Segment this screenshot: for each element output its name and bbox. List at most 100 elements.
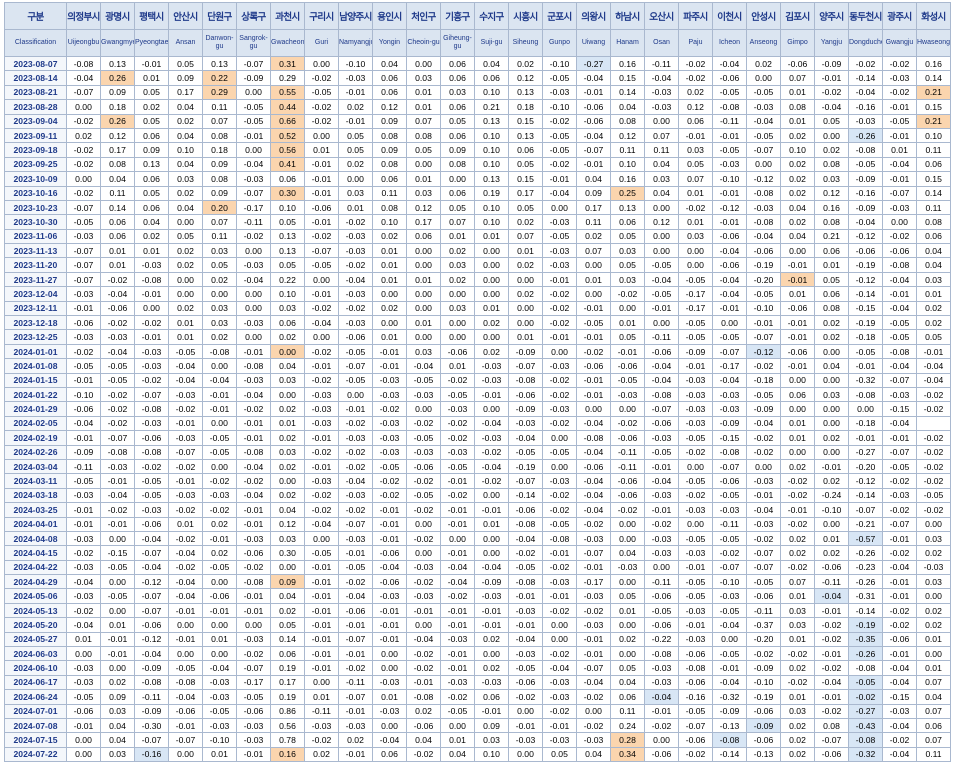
value-cell: -0.04 [236, 156, 271, 173]
value-cell: -0.01 [372, 602, 407, 619]
classification-header-en: Classification [4, 29, 67, 57]
value-cell: -0.03 [372, 386, 407, 403]
value-cell: 0.06 [372, 70, 407, 86]
value-cell: -0.04 [168, 689, 203, 705]
value-cell: -0.07 [576, 660, 611, 676]
city-header-en: Dongducheon [848, 29, 883, 57]
value-cell: -0.19 [508, 458, 543, 475]
value-cell: -0.04 [338, 271, 373, 288]
value-cell: -0.03 [202, 689, 237, 705]
value-cell: -0.10 [712, 171, 747, 187]
value-cell: -0.04 [644, 689, 679, 705]
value-cell: -0.15 [882, 401, 917, 417]
value-cell: -0.07 [644, 401, 679, 417]
value-cell: -0.03 [542, 473, 577, 489]
value-cell: 0.00 [644, 113, 679, 129]
value-cell: -0.08 [134, 271, 169, 288]
value-cell: 0.04 [100, 717, 135, 734]
value-cell: -0.07 [66, 84, 101, 101]
value-cell: -0.02 [882, 228, 917, 245]
city-header-kr: 시흥시 [508, 2, 543, 30]
value-cell: -0.04 [712, 286, 747, 302]
value-cell: 0.05 [202, 257, 237, 273]
value-cell: 0.02 [168, 243, 203, 259]
value-cell: -0.02 [542, 300, 577, 317]
value-cell: -0.01 [882, 430, 917, 446]
value-cell: 0.08 [814, 717, 849, 734]
value-cell: -0.02 [100, 271, 135, 288]
value-cell: 0.02 [168, 185, 203, 201]
table-row: 2024-04-22 -0.03 -0.05 -0.04 -0.02 -0.05 -0.02… [4, 559, 951, 576]
date-cell: 2023-11-27 [4, 271, 67, 288]
value-cell: -0.06 [236, 703, 271, 719]
value-cell: -0.06 [372, 545, 407, 561]
value-cell: 0.14 [100, 199, 135, 216]
value-cell: -0.07 [100, 430, 135, 446]
value-cell: -0.04 [712, 617, 747, 633]
value-cell: 0.17 [168, 84, 203, 101]
table-row: 2024-06-03 0.00 -0.01 -0.04 0.00 0.00 -0.02 0.0… [4, 646, 951, 662]
table-row: 2023-11-06 -0.03 0.06 0.02 0.05 0.11 -0.02 0.13… [4, 228, 951, 245]
value-cell: -0.01 [644, 300, 679, 317]
value-cell: -0.12 [746, 171, 781, 187]
city-header-kr: 기흥구 [440, 2, 475, 30]
value-cell: 0.02 [780, 746, 815, 762]
value-cell: -0.04 [814, 99, 849, 115]
value-cell: -0.03 [406, 444, 441, 460]
value-cell: 0.00 [406, 286, 441, 302]
value-cell: -0.04 [304, 315, 339, 331]
value-cell: -0.01 [372, 358, 407, 374]
value-cell: -0.02 [236, 646, 271, 662]
value-cell: -0.02 [882, 617, 917, 633]
value-cell: -0.01 [236, 127, 271, 144]
value-cell: -0.11 [236, 214, 271, 230]
date-cell: 2023-12-18 [4, 315, 67, 331]
value-cell: -0.03 [236, 732, 271, 748]
value-cell: -0.05 [678, 329, 713, 345]
value-cell: -0.04 [66, 415, 101, 432]
value-cell: -0.04 [100, 286, 135, 302]
value-cell: -0.03 [474, 588, 509, 604]
value-cell: -0.57 [848, 530, 883, 547]
table-row: 2024-01-22 -0.10 -0.02 -0.07 -0.03 -0.01 -0.04… [4, 386, 951, 403]
value-cell: -0.01 [440, 473, 475, 489]
value-cell: -0.01 [644, 458, 679, 475]
value-cell: -0.01 [882, 286, 917, 302]
value-cell: -0.03 [236, 717, 271, 734]
value-cell: 0.02 [168, 113, 203, 129]
value-cell: 0.00 [440, 171, 475, 187]
value-cell: -0.01 [440, 516, 475, 532]
value-cell: -0.04 [644, 70, 679, 86]
value-cell: 0.00 [610, 401, 645, 417]
value-cell: -0.01 [508, 588, 543, 604]
value-cell: -0.05 [746, 286, 781, 302]
value-cell: -0.18 [848, 329, 883, 345]
value-cell: 0.06 [440, 70, 475, 86]
value-cell: -0.04 [882, 717, 917, 734]
value-cell: -0.01 [372, 343, 407, 360]
value-cell: -0.01 [644, 502, 679, 518]
value-cell: -0.07 [134, 602, 169, 619]
value-cell: -0.06 [66, 315, 101, 331]
value-cell: -0.16 [848, 185, 883, 201]
value-cell: -0.03 [882, 703, 917, 719]
value-cell: 0.06 [508, 142, 543, 158]
value-cell: -0.01 [474, 703, 509, 719]
value-cell: -0.01 [440, 660, 475, 676]
value-cell: -0.10 [202, 732, 237, 748]
value-cell: -0.03 [202, 674, 237, 691]
value-cell: -0.04 [168, 372, 203, 388]
value-cell: 0.06 [916, 717, 951, 734]
value-cell: -0.17 [236, 199, 271, 216]
value-cell: 0.06 [134, 171, 169, 187]
value-cell: 0.00 [644, 315, 679, 331]
value-cell: -0.15 [712, 430, 747, 446]
value-cell: 0.00 [236, 84, 271, 101]
value-cell: 0.00 [508, 703, 543, 719]
value-cell: 0.00 [814, 444, 849, 460]
value-cell: 0.13 [100, 55, 135, 72]
table-row: 2024-05-27 0.01 -0.01 -0.12 -0.01 0.01 -0.03 0.… [4, 631, 951, 648]
value-cell: -0.02 [882, 732, 917, 748]
city-header-kr: 하남시 [610, 2, 645, 30]
value-cell: 0.08 [202, 127, 237, 144]
